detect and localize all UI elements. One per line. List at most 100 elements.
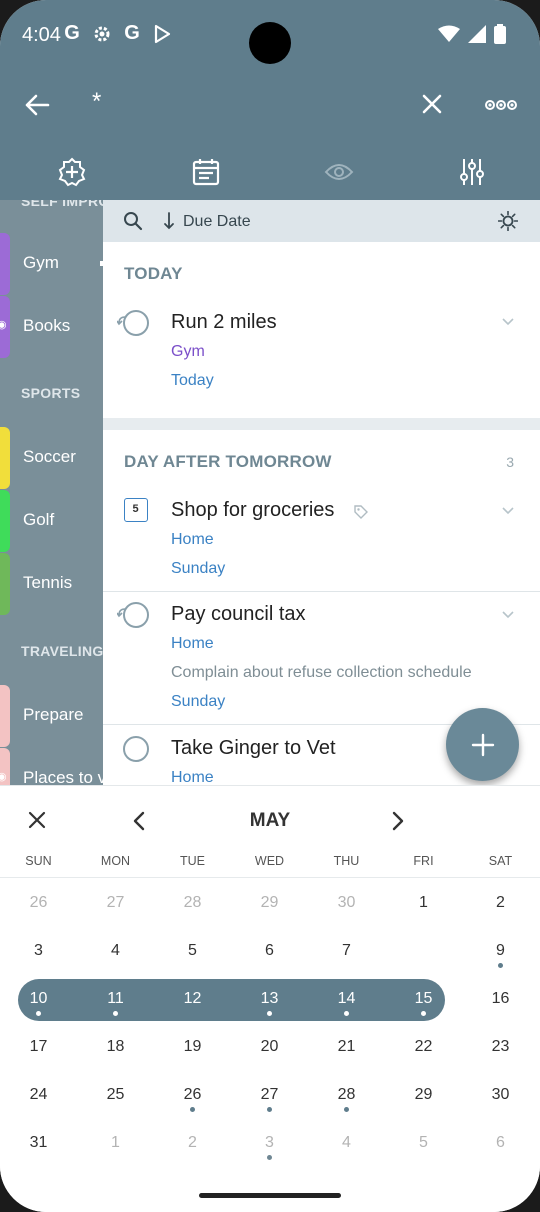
calendar-day[interactable]: 7 [308, 931, 385, 971]
calendar-day[interactable]: 6 [462, 1123, 539, 1163]
sidebar-item-prepare[interactable]: Prepare [0, 685, 103, 747]
event-dot [344, 1107, 349, 1112]
sidebar-item-places-to-visit[interactable]: ◉ Places to v [0, 748, 103, 785]
eye-icon: ◉ [0, 319, 7, 331]
calendar-day[interactable]: 14 [308, 979, 385, 1019]
task-list-name[interactable]: Home [171, 769, 214, 785]
calendar-month-title[interactable]: MAY [0, 810, 540, 832]
calendar-day-number: 13 [260, 990, 279, 1007]
calendar-day[interactable]: 12 [154, 979, 231, 1019]
event-dot [344, 1011, 349, 1016]
back-arrow-icon[interactable] [20, 88, 54, 122]
calendar-day-number: 4 [111, 942, 120, 959]
calendar-day[interactable]: 5 [154, 931, 231, 971]
calendar-day[interactable]: 18 [77, 1027, 154, 1067]
sidebar-item-books[interactable]: ◉ Books [0, 296, 103, 358]
complete-checkbox[interactable] [123, 736, 149, 762]
calendar-day[interactable]: 26 [154, 1075, 231, 1115]
weekday-label: TUE [180, 854, 205, 868]
tag-icon [354, 505, 368, 519]
calendar-day[interactable]: 3 [0, 931, 77, 971]
section-task-count: 3 [506, 454, 514, 470]
calendar-day-number: 29 [260, 894, 279, 911]
calendar-day-number: 27 [106, 894, 125, 911]
calendar-day[interactable]: 2 [462, 883, 539, 923]
calendar-day[interactable]: 24 [0, 1075, 77, 1115]
calendar-day[interactable]: 25 [77, 1075, 154, 1115]
calendar-day[interactable]: 5 [385, 1123, 462, 1163]
calendar-day[interactable]: 29 [231, 883, 308, 923]
task-list-name[interactable]: Home [171, 531, 214, 549]
search-query-text[interactable]: * [92, 88, 101, 116]
calendar-day[interactable]: 9 [462, 931, 539, 971]
calendar-day[interactable]: 16 [462, 979, 539, 1019]
list-color-strip [0, 553, 10, 615]
chevron-down-icon[interactable] [502, 507, 514, 515]
calendar-day[interactable]: 19 [154, 1027, 231, 1067]
calendar-day[interactable]: 28 [308, 1075, 385, 1115]
calendar-day-number: 12 [183, 990, 202, 1007]
next-month-button[interactable] [392, 811, 412, 833]
calendar-day[interactable]: 30 [462, 1075, 539, 1115]
calendar-day[interactable]: 4 [77, 931, 154, 971]
calendar-day[interactable]: 3 [231, 1123, 308, 1163]
calendar-day[interactable]: 28 [154, 883, 231, 923]
status-right-icons [438, 24, 506, 44]
calendar-day-number: 18 [106, 1038, 125, 1055]
tab-add-circle-icon[interactable] [52, 152, 92, 192]
task-title: Shop for groceries [171, 499, 335, 521]
task-list-name[interactable]: Gym [171, 343, 205, 361]
tab-sliders-icon[interactable] [452, 152, 492, 192]
calendar-day[interactable]: 10 [0, 979, 77, 1019]
calendar-day-number: 6 [265, 942, 274, 959]
theme-sun-icon[interactable] [498, 211, 518, 231]
chevron-down-icon[interactable] [502, 318, 514, 326]
calendar-day[interactable]: 11 [77, 979, 154, 1019]
chevron-down-icon[interactable] [502, 611, 514, 619]
calendar-day[interactable]: 13 [231, 979, 308, 1019]
repeat-icon [117, 316, 126, 326]
battery-icon [494, 24, 506, 44]
calendar-day[interactable]: 2 [154, 1123, 231, 1163]
event-dot [267, 1107, 272, 1112]
tab-eye-icon[interactable] [319, 152, 359, 192]
calendar-day[interactable]: 4 [308, 1123, 385, 1163]
calendar-day[interactable]: 31 [0, 1123, 77, 1163]
search-icon[interactable] [123, 211, 143, 231]
more-options-icon[interactable] [480, 90, 522, 120]
calendar-day[interactable]: 17 [0, 1027, 77, 1067]
sidebar-item-soccer[interactable]: Soccer [0, 427, 103, 489]
sidebar-item-label: Tennis [23, 573, 73, 592]
sidebar-item-gym[interactable]: Gym [0, 233, 103, 295]
sidebar-item-golf[interactable]: Golf [0, 490, 103, 552]
task-note: Complain about refuse collection schedul… [171, 664, 472, 681]
task-list-name[interactable]: Home [171, 635, 214, 653]
calendar-day[interactable]: 6 [231, 931, 308, 971]
calendar-day[interactable]: 1 [385, 883, 462, 923]
section-header-day-after-tomorrow: DAY AFTER TOMORROW [124, 452, 332, 471]
calendar-day[interactable]: 30 [308, 883, 385, 923]
calendar-day[interactable]: 1 [77, 1123, 154, 1163]
calendar-day[interactable]: 20 [231, 1027, 308, 1067]
calendar-day[interactable]: 23 [462, 1027, 539, 1067]
calendar-day[interactable]: 21 [308, 1027, 385, 1067]
tab-calendar-list-icon[interactable] [186, 152, 226, 192]
close-icon[interactable] [416, 88, 448, 120]
calendar-day-number: 26 [183, 1086, 202, 1103]
calendar-day[interactable]: 27 [231, 1075, 308, 1115]
calendar-day[interactable] [385, 931, 462, 971]
calendar-day[interactable]: 29 [385, 1075, 462, 1115]
event-dot [421, 1011, 426, 1016]
calendar-day[interactable]: 15 [385, 979, 462, 1019]
sort-direction-icon[interactable] [163, 212, 175, 230]
calendar-day[interactable]: 26 [0, 883, 77, 923]
sidebar-item-tennis[interactable]: Tennis [0, 553, 103, 615]
calendar-day-number: 29 [414, 1086, 433, 1103]
calendar-day[interactable]: 27 [77, 883, 154, 923]
task-due-date: Sunday [171, 693, 226, 710]
sort-label[interactable]: Due Date [183, 213, 251, 231]
calendar-day[interactable]: 22 [385, 1027, 462, 1067]
add-task-button[interactable] [446, 708, 519, 781]
calendar-day-number: 3 [265, 1134, 274, 1151]
chevron-right-icon [392, 811, 404, 831]
